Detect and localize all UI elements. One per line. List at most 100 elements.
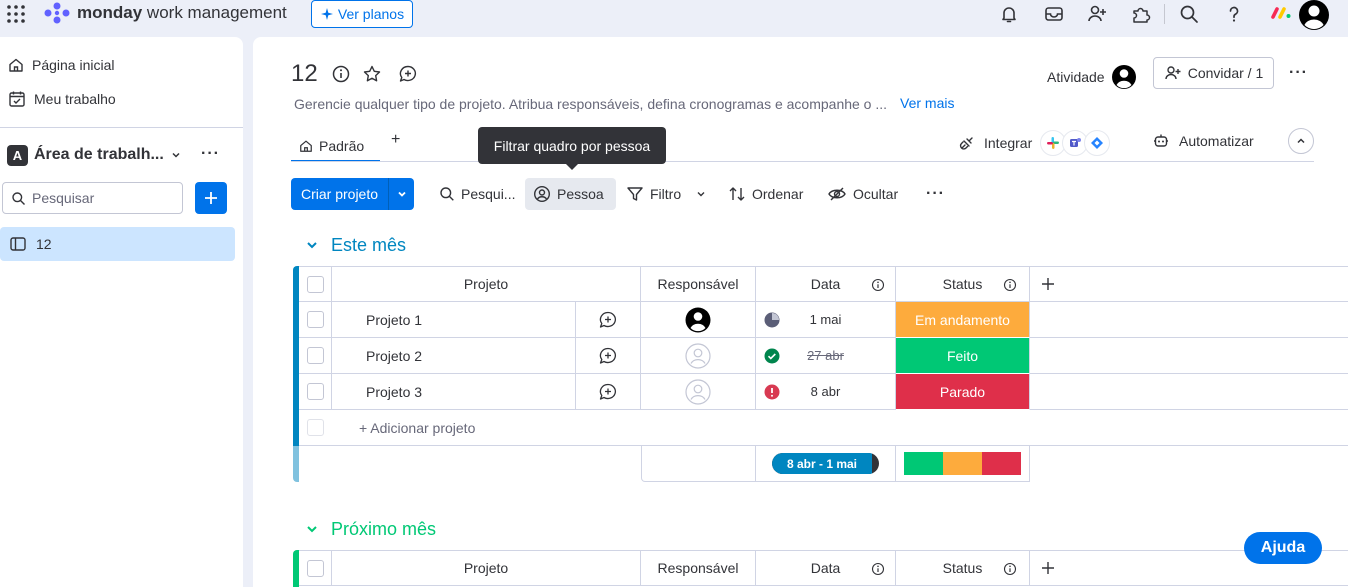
column-header-projeto[interactable]: Projeto [332,266,641,302]
column-header-responsavel[interactable]: Responsável [641,266,756,302]
chevron-down-icon[interactable] [695,188,707,200]
filter-button[interactable]: Filtro [626,178,707,210]
status-cell[interactable]: Em andamento [896,302,1030,338]
column-header-data[interactable]: Data [756,550,896,586]
item-updates-cell[interactable] [576,338,641,374]
ver-mais-link[interactable]: Ver mais [900,95,954,111]
table-row[interactable]: Projeto 1 1 mai Em andamento [293,302,1348,338]
ver-planos-button[interactable]: Ver planos [311,0,413,28]
workspace-selector[interactable]: A Área de trabalh... [7,143,182,167]
info-icon[interactable] [871,562,885,576]
owner-cell[interactable] [641,374,756,410]
integrate-button[interactable]: Integrar [958,130,1111,156]
info-icon[interactable] [1003,278,1017,292]
column-header-responsavel[interactable]: Responsável [641,550,756,586]
row-checkbox[interactable] [306,383,324,400]
search-toolbar-button[interactable]: Pesqui... [439,178,515,210]
hide-columns-button[interactable]: Ocultar [827,178,898,210]
invite-member-icon[interactable] [1086,3,1108,25]
summary-date-cell[interactable]: 8 abr - 1 mai [756,446,896,482]
add-column-plus-icon[interactable] [1040,276,1056,292]
add-item-button[interactable] [195,182,227,214]
select-all-checkbox[interactable] [306,559,324,577]
item-name[interactable]: Projeto 3 [332,374,576,410]
collapse-header-button[interactable] [1288,128,1314,154]
group-title[interactable]: Próximo mês [331,519,436,540]
chevron-down-icon[interactable] [305,238,319,252]
owner-cell[interactable] [641,338,756,374]
toolbar-more-icon[interactable]: ··· [926,178,945,210]
sort-button[interactable]: Ordenar [728,178,803,210]
monday-product-switcher-icon[interactable] [1270,4,1292,20]
column-header-projeto[interactable]: Projeto [332,550,641,586]
inbox-icon[interactable] [1043,3,1065,25]
item-name[interactable]: Projeto 1 [332,302,576,338]
group-header[interactable]: Próximo mês [305,517,436,541]
summary-status-cell[interactable] [896,446,1030,482]
board-more-icon[interactable]: ··· [1289,64,1308,82]
date-value: 8 abr [810,384,841,399]
group-header[interactable]: Este mês [305,233,406,257]
info-icon[interactable] [331,64,351,84]
invite-button[interactable]: Convidar / 1 [1153,57,1274,89]
person-filter-button[interactable]: Pessoa [525,178,616,210]
date-cell[interactable]: 1 mai [756,302,896,338]
sidebar-search-input[interactable]: Pesquisar [2,182,183,214]
date-value: 27 abr [807,348,844,363]
table-row[interactable]: Projeto 3 8 abr Parado [293,374,1348,410]
add-column-plus-icon[interactable] [1040,560,1056,576]
owner-cell[interactable] [641,302,756,338]
column-header-data[interactable]: Data [756,266,896,302]
brand-name[interactable]: monday work management [77,3,287,23]
column-header-label: Status [942,560,983,576]
status-segment-done [904,452,943,475]
star-icon[interactable] [362,64,382,84]
status-cell[interactable]: Parado [896,374,1030,410]
filter-label: Filtro [650,186,682,202]
column-header-status[interactable]: Status [896,550,1030,586]
help-icon[interactable] [1223,3,1245,25]
apps-puzzle-icon[interactable] [1130,3,1152,25]
item-name[interactable]: Projeto 2 [332,338,576,374]
item-updates-cell[interactable] [576,302,641,338]
sidebar-item-my-work[interactable]: Meu trabalho [8,88,116,110]
board-title[interactable]: 12 [291,60,318,88]
person-filter-label: Pessoa [557,186,604,202]
table-row[interactable]: Projeto 2 27 abr Feito [293,338,1348,374]
date-cell[interactable]: 27 abr [756,338,896,374]
sidebar-item-home[interactable]: Página inicial [8,54,115,76]
row-checkbox[interactable] [306,311,324,328]
plug-icon [959,137,973,150]
row-checkbox[interactable] [306,347,324,364]
help-button[interactable]: Ajuda [1244,532,1322,564]
status-cell[interactable]: Feito [896,338,1030,374]
select-all-checkbox[interactable] [306,275,324,293]
automate-button[interactable]: Automatizar [1153,133,1254,149]
apps-grid-icon[interactable] [6,4,26,24]
select-all-cell [299,266,332,302]
chat-add-icon[interactable] [398,64,418,84]
group-title[interactable]: Este mês [331,235,406,256]
monday-logo-icon[interactable] [43,2,71,24]
workspace-more-icon[interactable]: ··· [201,145,220,163]
sidebar-board-item[interactable]: 12 [0,227,235,261]
bell-icon[interactable] [998,3,1020,25]
info-icon[interactable] [1003,562,1017,576]
ver-planos-label: Ver planos [337,6,405,22]
activity-button[interactable]: Atividade [1047,64,1137,90]
chevron-down-icon[interactable] [305,522,319,536]
add-view-button[interactable]: + [391,131,400,151]
user-avatar-icon[interactable] [1298,0,1330,30]
alert-icon [764,384,780,400]
item-updates-cell[interactable] [576,374,641,410]
tab-padrao[interactable]: Padrão [291,131,380,162]
tabs-divider [291,161,1314,162]
date-cell[interactable]: 8 abr [756,374,896,410]
create-dropdown-button[interactable] [389,188,414,200]
eye-off-icon [828,187,846,201]
column-header-status[interactable]: Status [896,266,1030,302]
create-project-button[interactable]: Criar projeto [291,178,414,210]
info-icon[interactable] [871,278,885,292]
search-icon[interactable] [1178,3,1200,25]
add-item-input[interactable]: + Adicionar projeto [332,410,1348,446]
